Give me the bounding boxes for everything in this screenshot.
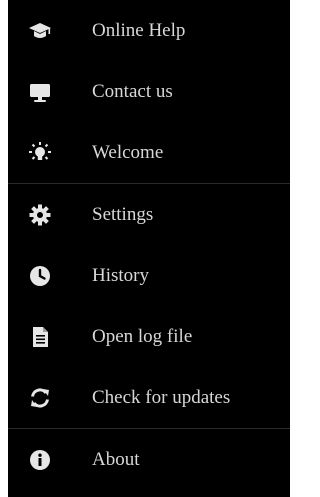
- menu-item-label: Contact us: [92, 80, 173, 102]
- menu-item-history[interactable]: History: [8, 245, 290, 306]
- clock-icon: [28, 264, 52, 288]
- gear-icon: [28, 203, 52, 227]
- refresh-icon: [28, 386, 52, 410]
- document-icon: [28, 325, 52, 349]
- lightbulb-icon: [28, 141, 52, 165]
- graduation-cap-icon: [28, 19, 52, 43]
- app-menu: Online Help Contact us Welcome Settings …: [8, 0, 290, 497]
- menu-item-label: Online Help: [92, 19, 186, 41]
- menu-group-help: Online Help Contact us Welcome: [8, 0, 290, 184]
- menu-item-label: Open log file: [92, 325, 193, 347]
- menu-group-tools: Settings History Open log file Check for…: [8, 184, 290, 429]
- menu-item-open-log-file[interactable]: Open log file: [8, 306, 290, 367]
- menu-item-label: Welcome: [92, 141, 164, 163]
- menu-item-about[interactable]: About: [8, 429, 290, 490]
- menu-item-online-help[interactable]: Online Help: [8, 0, 290, 61]
- menu-group-about: About: [8, 429, 290, 490]
- menu-item-welcome[interactable]: Welcome: [8, 122, 290, 183]
- menu-item-label: History: [92, 264, 149, 286]
- menu-item-label: Settings: [92, 203, 154, 225]
- info-icon: [28, 448, 52, 472]
- menu-item-check-for-updates[interactable]: Check for updates: [8, 367, 290, 428]
- menu-item-contact-us[interactable]: Contact us: [8, 61, 290, 122]
- menu-item-label: Check for updates: [92, 386, 231, 408]
- monitor-icon: [28, 80, 52, 104]
- menu-item-label: About: [92, 448, 140, 470]
- menu-item-settings[interactable]: Settings: [8, 184, 290, 245]
